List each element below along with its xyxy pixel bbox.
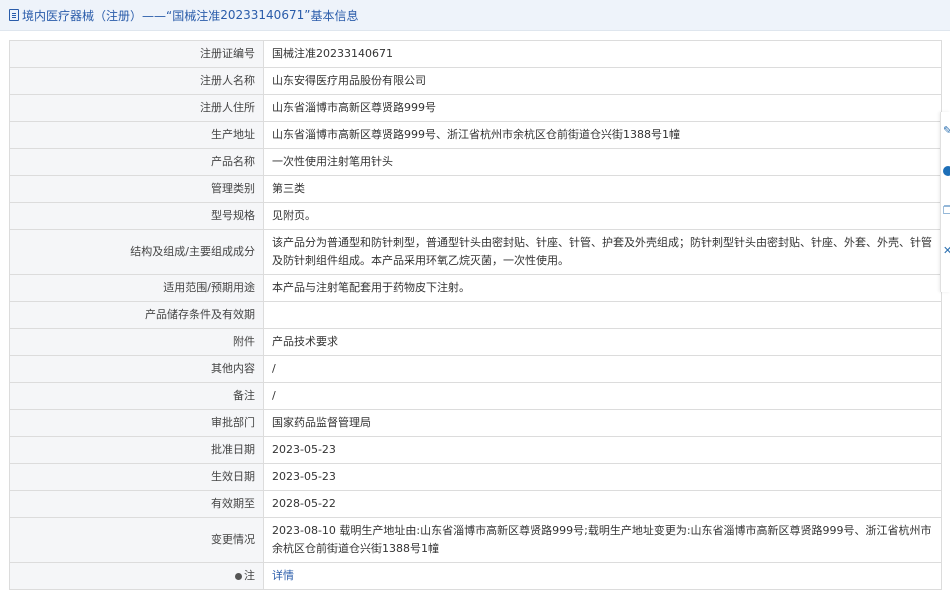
row-value: 国械注准20233140671 — [263, 40, 942, 68]
row-key: 审批部门 — [9, 409, 264, 437]
row-key: 生效日期 — [9, 463, 264, 491]
bullet-icon — [235, 572, 242, 580]
edit-icon[interactable]: ✎ — [943, 125, 950, 136]
row-value: 2023-05-23 — [263, 463, 942, 491]
document-icon — [9, 9, 19, 21]
table-row: 型号规格 见附页。 — [9, 202, 942, 230]
basic-info-table: 注册证编号 国械注准20233140671 注册人名称 山东安得医疗用品股份有限公司… — [9, 40, 942, 590]
page-header: 境内医疗器械（注册）—— “国械注准 20233140671 ” 基本信息 — [0, 0, 950, 31]
table-row: 审批部门 国家药品监督管理局 — [9, 409, 942, 437]
row-value: 本产品与注射笔配套用于药物皮下注射。 — [263, 274, 942, 302]
table-row: 适用范围/预期用途 本产品与注射笔配套用于药物皮下注射。 — [9, 274, 942, 302]
side-toolbar: ✎ ❐ ✕ — [940, 112, 950, 292]
table-row: 注册证编号 国械注准20233140671 — [9, 40, 942, 68]
row-key: 其他内容 — [9, 355, 264, 383]
row-key: 适用范围/预期用途 — [9, 274, 264, 302]
row-key: 备注 — [9, 382, 264, 410]
row-key: 管理类别 — [9, 175, 264, 203]
row-value — [263, 301, 942, 329]
row-value: 国家药品监督管理局 — [263, 409, 942, 437]
table-row: 附件 产品技术要求 — [9, 328, 942, 356]
table-row: 结构及组成/主要组成成分 该产品分为普通型和防针刺型，普通型针头由密封贴、针座、针… — [9, 229, 942, 275]
table-row: 变更情况 2023-08-10 载明生产地址由:山东省淄博市高新区尊贤路999号;… — [9, 517, 942, 563]
row-key: 批准日期 — [9, 436, 264, 464]
row-key: 变更情况 — [9, 517, 264, 563]
row-value: 见附页。 — [263, 202, 942, 230]
row-key: 产品储存条件及有效期 — [9, 301, 264, 329]
row-key: 型号规格 — [9, 202, 264, 230]
row-value: 2028-05-22 — [263, 490, 942, 518]
note-key: 注 — [244, 569, 255, 582]
row-key: 注册人名称 — [9, 67, 264, 95]
row-value: 山东省淄博市高新区尊贤路999号 — [263, 94, 942, 122]
row-value: / — [263, 355, 942, 383]
row-value: / — [263, 382, 942, 410]
row-key: 生产地址 — [9, 121, 264, 149]
row-value: 2023-05-23 — [263, 436, 942, 464]
row-value: 山东省淄博市高新区尊贤路999号、浙江省杭州市余杭区仓前街道仓兴街1388号1幢 — [263, 121, 942, 149]
close-icon[interactable]: ✕ — [943, 245, 950, 256]
table-row: 有效期至 2028-05-22 — [9, 490, 942, 518]
table-row: 其他内容 / — [9, 355, 942, 383]
header-quote-open: “国械注准 — [166, 8, 221, 23]
help-icon[interactable] — [943, 166, 950, 176]
row-key: 注册证编号 — [9, 40, 264, 68]
note-row: 注 详情 — [9, 562, 942, 590]
row-value: 产品技术要求 — [263, 328, 942, 356]
table-row: 生产地址 山东省淄博市高新区尊贤路999号、浙江省杭州市余杭区仓前街道仓兴街138… — [9, 121, 942, 149]
row-key: 产品名称 — [9, 148, 264, 176]
copy-icon[interactable]: ❐ — [943, 205, 950, 216]
table-row: 产品名称 一次性使用注射笔用针头 — [9, 148, 942, 176]
table-row: 产品储存条件及有效期 — [9, 301, 942, 329]
row-value: 第三类 — [263, 175, 942, 203]
table-row: 注册人住所 山东省淄博市高新区尊贤路999号 — [9, 94, 942, 122]
table-row: 生效日期 2023-05-23 — [9, 463, 942, 491]
row-key: 注册人住所 — [9, 94, 264, 122]
row-value: 山东安得医疗用品股份有限公司 — [263, 67, 942, 95]
table-row: 注册人名称 山东安得医疗用品股份有限公司 — [9, 67, 942, 95]
table-row: 批准日期 2023-05-23 — [9, 436, 942, 464]
note-key-cell: 注 — [9, 562, 264, 590]
table-row: 管理类别 第三类 — [9, 175, 942, 203]
header-suffix: 基本信息 — [310, 8, 359, 23]
row-value: 2023-08-10 载明生产地址由:山东省淄博市高新区尊贤路999号;载明生产… — [263, 517, 942, 563]
row-key: 结构及组成/主要组成成分 — [9, 229, 264, 275]
row-key: 有效期至 — [9, 490, 264, 518]
table-row: 备注 / — [9, 382, 942, 410]
header-prefix: 境内医疗器械（注册）—— — [22, 8, 167, 23]
header-reg-no: 20233140671 — [220, 8, 305, 22]
row-value: 该产品分为普通型和防针刺型，普通型针头由密封贴、针座、针管、护套及外壳组成；防针… — [263, 229, 942, 275]
detail-link[interactable]: 详情 — [272, 569, 294, 582]
row-key: 附件 — [9, 328, 264, 356]
note-value-cell: 详情 — [263, 562, 942, 590]
row-value: 一次性使用注射笔用针头 — [263, 148, 942, 176]
